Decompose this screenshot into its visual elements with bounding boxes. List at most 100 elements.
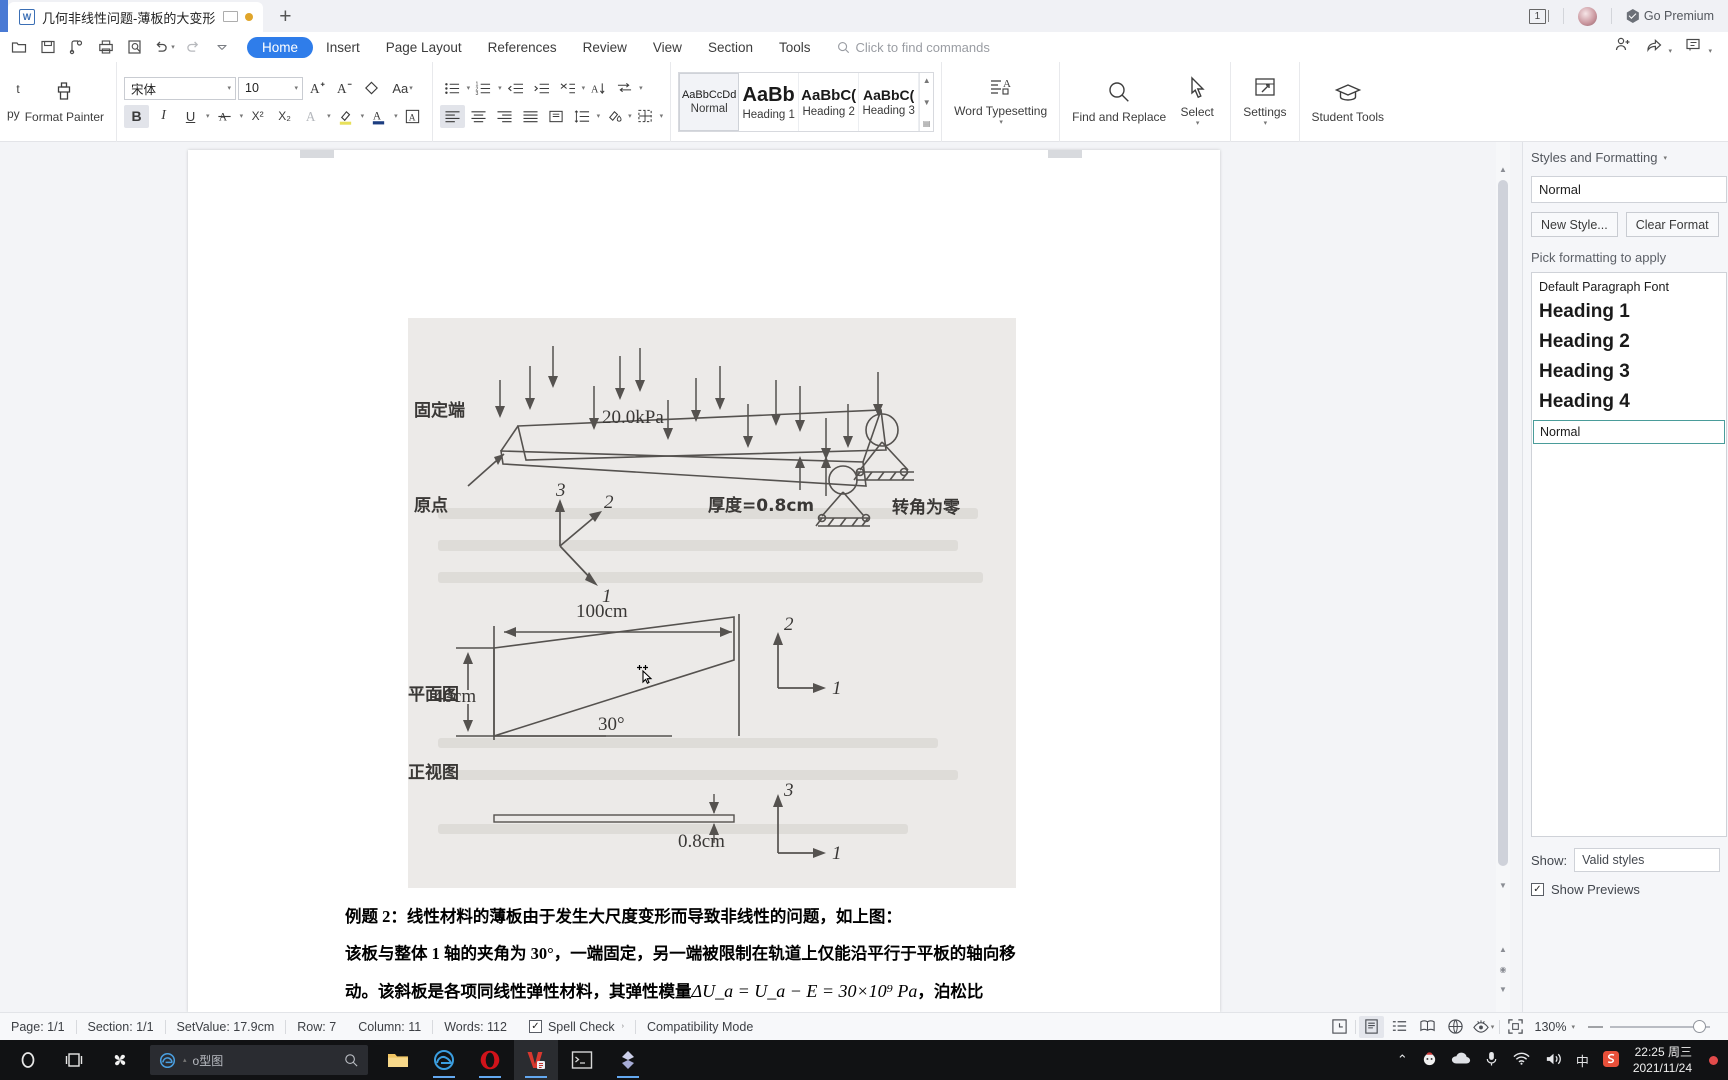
status-column[interactable]: Column: 11 bbox=[347, 1020, 432, 1034]
opera-browser-icon[interactable] bbox=[468, 1040, 512, 1080]
status-compatibility-mode[interactable]: Compatibility Mode bbox=[636, 1020, 764, 1034]
student-tools-button[interactable]: Student Tools bbox=[1307, 80, 1390, 125]
select-button[interactable]: Select ▾ bbox=[1171, 75, 1223, 128]
tab-section[interactable]: Section bbox=[695, 37, 766, 58]
tab-view[interactable]: View bbox=[640, 37, 695, 58]
undo-icon[interactable]: ▾ bbox=[151, 35, 177, 59]
fit-page-icon[interactable] bbox=[1503, 1016, 1528, 1038]
tab-insert[interactable]: Insert bbox=[313, 37, 373, 58]
chevron-down-icon[interactable]: ▾ bbox=[1663, 154, 1667, 162]
new-style-button[interactable]: New Style... bbox=[1531, 212, 1618, 237]
task-view-button[interactable] bbox=[52, 1040, 96, 1080]
underline-button[interactable]: U bbox=[178, 105, 203, 128]
show-marks-icon[interactable] bbox=[612, 77, 637, 100]
document-body-text[interactable]: 例题 2：线性材料的薄板由于发生大尺度变形而导致非线性的问题，如上图： 该板与整… bbox=[345, 907, 1135, 1012]
style-heading-1[interactable]: AaBb Heading 1 bbox=[739, 73, 800, 131]
zoom-slider-track[interactable] bbox=[1610, 1019, 1710, 1033]
find-commands-box[interactable]: Click to find commands bbox=[837, 40, 990, 55]
file-explorer-icon[interactable] bbox=[376, 1040, 420, 1080]
customize-qat-icon[interactable] bbox=[209, 35, 235, 59]
chevron-down-icon[interactable]: ▾ bbox=[999, 119, 1003, 128]
style-list-item-normal[interactable]: Normal bbox=[1533, 420, 1725, 444]
style-list-item-heading-1[interactable]: Heading 1 bbox=[1532, 297, 1726, 327]
style-heading-2[interactable]: AaBbC( Heading 2 bbox=[799, 73, 860, 131]
command-prompt-icon[interactable] bbox=[560, 1040, 604, 1080]
style-list-item-heading-4[interactable]: Heading 4 bbox=[1532, 387, 1726, 417]
share-icon[interactable]: ▾ bbox=[1645, 37, 1672, 58]
previous-page-icon[interactable]: ▲ bbox=[1496, 942, 1510, 956]
notification-badge[interactable] bbox=[1709, 1055, 1718, 1065]
microsoft-edge-icon[interactable] bbox=[422, 1040, 466, 1080]
onedrive-cloud-icon[interactable] bbox=[1451, 1051, 1471, 1069]
taskbar-clock[interactable]: 22:25 周三 2021/11/24 bbox=[1633, 1044, 1696, 1076]
superscript-button[interactable]: X² bbox=[245, 105, 270, 128]
cut-label[interactable]: t bbox=[7, 77, 19, 102]
chevron-down-icon[interactable]: ▾ bbox=[1491, 1023, 1495, 1031]
show-previews-row[interactable]: ✓ Show Previews bbox=[1531, 882, 1728, 897]
shading-icon[interactable] bbox=[601, 105, 626, 128]
wps-writer-taskbar-icon[interactable] bbox=[514, 1040, 558, 1080]
tab-preview-icon[interactable] bbox=[222, 10, 239, 24]
style-list-item-heading-2[interactable]: Heading 2 bbox=[1532, 327, 1726, 357]
next-page-icon[interactable]: ▼ bbox=[1496, 982, 1510, 996]
comment-add-icon[interactable]: ▾ bbox=[1685, 37, 1712, 58]
new-tab-button[interactable]: + bbox=[272, 4, 298, 29]
microphone-icon[interactable] bbox=[1484, 1050, 1499, 1070]
sort-icon[interactable]: A bbox=[586, 77, 611, 100]
open-icon[interactable] bbox=[6, 35, 32, 59]
settings-button[interactable]: Settings ▾ bbox=[1238, 75, 1291, 128]
wifi-icon[interactable] bbox=[1512, 1051, 1531, 1069]
recent-documents-icon[interactable] bbox=[1327, 1016, 1352, 1038]
chevron-right-icon[interactable]: › bbox=[622, 1023, 624, 1030]
print-layout-view-icon[interactable] bbox=[1358, 1015, 1384, 1038]
style-list-item-heading-3[interactable]: Heading 3 bbox=[1532, 357, 1726, 387]
tab-references[interactable]: References bbox=[475, 37, 570, 58]
status-words[interactable]: Words: 112 bbox=[433, 1020, 518, 1034]
highlight-color-icon[interactable] bbox=[333, 105, 358, 128]
save-icon[interactable] bbox=[35, 35, 61, 59]
word-typesetting-button[interactable]: A Word Typesetting ▾ bbox=[949, 76, 1052, 127]
clear-format-button[interactable]: Clear Format bbox=[1625, 212, 1719, 237]
numbered-list-icon[interactable]: 123 bbox=[471, 77, 496, 100]
start-button[interactable] bbox=[6, 1040, 50, 1080]
zoom-level[interactable]: 130% ▾ bbox=[1531, 1020, 1580, 1034]
find-replace-button[interactable]: Find and Replace bbox=[1067, 80, 1171, 125]
align-right-icon[interactable] bbox=[492, 105, 517, 128]
chevron-down-icon[interactable]: ▾ bbox=[1264, 120, 1268, 129]
document-tab[interactable]: W 几何非线性问题-薄板的大变形 bbox=[8, 2, 264, 32]
tab-page-layout[interactable]: Page Layout bbox=[373, 37, 475, 58]
app-diamond-icon[interactable] bbox=[606, 1040, 650, 1080]
strikethrough-icon[interactable]: A bbox=[212, 105, 237, 128]
italic-button[interactable]: I bbox=[151, 105, 176, 128]
tab-tools[interactable]: Tools bbox=[766, 37, 824, 58]
borders-icon[interactable] bbox=[633, 105, 658, 128]
style-normal[interactable]: AaBbCcDd Normal bbox=[679, 73, 740, 131]
scroll-down-icon[interactable]: ▼ bbox=[923, 98, 931, 107]
chevron-down-icon[interactable]: ▾ bbox=[1196, 120, 1200, 129]
sogou-input-icon[interactable] bbox=[1602, 1050, 1620, 1071]
clear-formatting-icon[interactable] bbox=[359, 77, 384, 100]
volume-icon[interactable] bbox=[1544, 1051, 1563, 1070]
distribute-icon[interactable] bbox=[544, 105, 569, 128]
scroll-down-icon[interactable]: ▼ bbox=[1496, 878, 1510, 892]
styles-list[interactable]: Default Paragraph Font Heading 1 Heading… bbox=[1531, 272, 1727, 837]
taskbar-search-box[interactable]: ▴ o型图 bbox=[150, 1045, 368, 1075]
chevron-down-icon[interactable]: ▾ bbox=[1571, 1023, 1575, 1031]
pinwheel-app-icon[interactable] bbox=[98, 1040, 142, 1080]
format-painter-button[interactable]: Format Painter bbox=[20, 80, 109, 125]
share-user-icon[interactable] bbox=[1614, 36, 1632, 58]
avatar[interactable] bbox=[1577, 6, 1597, 26]
copy-label[interactable]: py bbox=[7, 102, 20, 127]
justify-icon[interactable] bbox=[518, 105, 543, 128]
status-setvalue[interactable]: SetValue: 17.9cm bbox=[166, 1020, 286, 1034]
redo-icon[interactable] bbox=[180, 35, 206, 59]
shrink-font-icon[interactable]: A bbox=[332, 77, 357, 100]
tab-home[interactable]: Home bbox=[247, 36, 314, 58]
scroll-up-icon[interactable]: ▲ bbox=[923, 76, 931, 85]
status-page[interactable]: Page: 1/1 bbox=[0, 1020, 76, 1034]
window-list-icon[interactable]: 1 bbox=[1528, 8, 1549, 24]
zoom-slider-knob[interactable] bbox=[1693, 1019, 1706, 1033]
show-hidden-icons-button[interactable]: ⌃ bbox=[1397, 1052, 1408, 1068]
spell-check-checkbox[interactable]: ✓ bbox=[528, 1020, 542, 1033]
bullet-list-icon[interactable] bbox=[440, 77, 465, 100]
